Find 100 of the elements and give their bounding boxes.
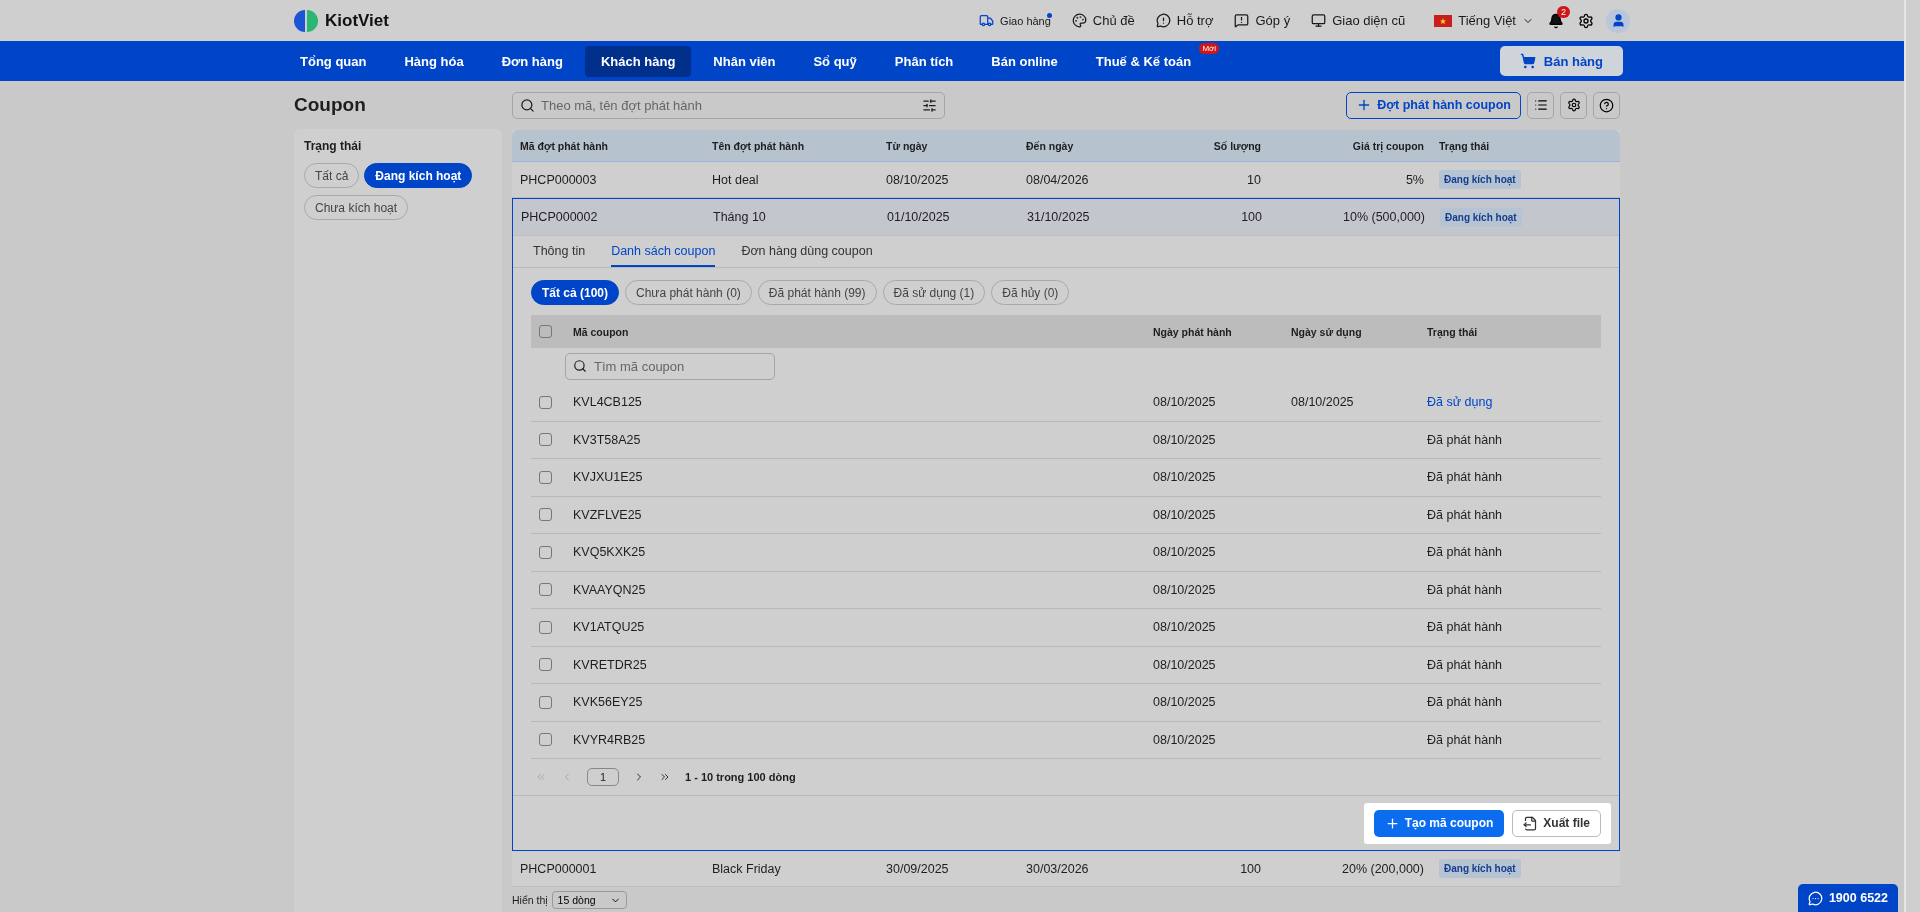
table-cell-text: KVK56EY25	[573, 695, 644, 710]
pagination-info: 1 - 10 trong 100 dòng	[685, 771, 796, 783]
filter-heading: Trạng thái	[304, 139, 363, 153]
table-cell-text: 08/10/2025	[1291, 395, 1355, 410]
logo-icon	[293, 7, 319, 34]
row-checkbox[interactable]	[539, 658, 552, 672]
table-cell-text: 08/10/2025	[1153, 582, 1217, 597]
detail-tab[interactable]: Đơn hàng dùng coupon	[741, 244, 873, 267]
nav-item[interactable]: Sổ quỹ	[797, 45, 873, 77]
table-cell-text: PHCP000001	[520, 861, 598, 876]
help-button[interactable]	[1593, 91, 1620, 119]
row-checkbox[interactable]	[539, 470, 552, 484]
table-cell-text: 08/10/2025	[1153, 507, 1217, 522]
list-view-button[interactable]	[1527, 91, 1554, 119]
table-cell-text: KV1ATQU25	[573, 620, 646, 635]
coupon-status: Đã phát hành	[1427, 732, 1504, 747]
coupon-status[interactable]: Đã sử dụng	[1427, 395, 1593, 410]
select-all-checkbox[interactable]	[539, 325, 552, 338]
column-header: Số lượng	[1212, 139, 1262, 152]
monitor-icon	[1311, 13, 1327, 28]
top-link[interactable]: Giao hàng	[979, 13, 1051, 28]
row-checkbox[interactable]	[539, 433, 552, 447]
coupon-status: Đã phát hành	[1427, 432, 1504, 447]
page-field[interactable]: 1	[587, 768, 619, 786]
last-page-button[interactable]	[659, 771, 671, 783]
settings-icon	[1566, 98, 1581, 112]
row-checkbox[interactable]	[539, 583, 552, 597]
palette-icon	[1071, 13, 1087, 28]
row-checkbox[interactable]	[539, 695, 552, 709]
column-header: Mã đợt phát hành	[520, 139, 609, 152]
column-header: Từ ngày	[886, 139, 929, 152]
sell-button[interactable]: Bán hàng	[1499, 46, 1623, 76]
table-cell-text: 01/10/2025	[887, 210, 951, 224]
nav-item[interactable]: Hàng hóa	[388, 45, 480, 77]
last-page-icon	[659, 771, 671, 783]
table-cell-text: 08/10/2025	[886, 172, 950, 187]
notification-count: 2	[1557, 5, 1570, 18]
row-checkbox[interactable]	[539, 508, 552, 522]
language-selector[interactable]: Tiếng Việt	[1434, 13, 1534, 28]
detail-tab[interactable]: Thông tin	[533, 244, 586, 267]
row-checkbox[interactable]	[539, 620, 552, 634]
table-cell-text: PHCP000002	[521, 210, 599, 224]
column-header: Trạng thái	[1439, 139, 1491, 152]
table-cell-text: 100	[1240, 210, 1263, 224]
create-coupon-button[interactable]: Tạo mã coupon	[1373, 809, 1505, 837]
column-header: Mã coupon	[573, 325, 630, 338]
flag-icon	[1434, 14, 1453, 27]
top-link[interactable]: Góp ý	[1234, 13, 1291, 28]
column-header: Ngày sử dụng	[1291, 325, 1363, 338]
status-filter[interactable]: Đang kích hoạt	[364, 163, 473, 188]
search-field[interactable]: Theo mã, tên đợt phát hành	[512, 91, 945, 119]
nav-item[interactable]: Đơn hàng	[485, 45, 579, 77]
row-checkbox[interactable]	[539, 733, 552, 747]
chat-alert-icon	[1155, 13, 1171, 28]
column-header: Trạng thái	[1427, 325, 1479, 338]
help-icon	[1599, 97, 1614, 113]
filter-chip[interactable]: Tất cả (100)	[531, 280, 620, 305]
table-cell-text: KVJXU1E25	[573, 470, 644, 485]
top-link[interactable]: Chủ đề	[1071, 13, 1135, 28]
top-link[interactable]: Giao diện cũ	[1311, 13, 1406, 28]
nav-item[interactable]: Khách hàng	[584, 45, 692, 77]
table-cell-text: 31/10/2025	[1027, 210, 1091, 224]
table-cell-text: KVAAYQN25	[573, 582, 647, 597]
row-checkbox[interactable]	[539, 545, 552, 559]
table-cell-text: Hot deal	[712, 172, 760, 187]
campaign-row[interactable]: PHCP000002 Tháng 10 01/10/2025 31/10/2025 100 10% (500,000) Đang kích hoạt	[513, 199, 1619, 236]
table-cell-text: 100	[1239, 861, 1262, 876]
table-cell-text: 20% (200,000)	[1341, 861, 1425, 876]
table-cell-text: 08/10/2025	[1153, 432, 1217, 447]
nav-item[interactable]: Phân tích	[878, 45, 970, 77]
scroll-bar[interactable]	[1904, 0, 1920, 912]
table-cell-text: 08/10/2025	[1153, 620, 1217, 635]
first-page-button[interactable]	[535, 771, 547, 783]
detail-tab[interactable]: Danh sách coupon	[611, 244, 716, 267]
nav-item[interactable]: Bán online	[975, 45, 1074, 77]
top-link[interactable]: Hỗ trợ	[1155, 13, 1214, 28]
table-cell-text: 08/10/2025	[1153, 732, 1217, 747]
row-checkbox[interactable]	[539, 395, 552, 409]
hotline-button[interactable]: 1900 6522	[1797, 884, 1898, 912]
table-cell-text: KVQ5KXK25	[573, 545, 647, 560]
filter-icon[interactable]	[922, 97, 937, 113]
coupon-status: Đã phát hành	[1427, 470, 1504, 485]
truck-icon	[979, 13, 995, 28]
avatar[interactable]	[1606, 8, 1630, 33]
page-size-select[interactable]: 15 dòng	[551, 891, 627, 909]
nav-item[interactable]: Tổng quan	[284, 45, 383, 77]
plus-icon	[1384, 815, 1400, 831]
settings-button[interactable]	[1578, 12, 1594, 29]
nav-item[interactable]: Nhân viên	[697, 45, 792, 77]
settings-icon	[1578, 12, 1594, 29]
logo-text: KiotViet	[325, 10, 389, 31]
table-cell-text: 5%	[1404, 172, 1425, 187]
export-button[interactable]: Xuất file	[1512, 809, 1601, 837]
coupon-search-field[interactable]: Tìm mã coupon	[565, 352, 775, 380]
table-cell-text: 08/10/2025	[1153, 395, 1217, 410]
new-campaign-button[interactable]: Đợt phát hành coupon	[1346, 91, 1521, 119]
settings-button[interactable]	[1560, 91, 1587, 119]
table-cell-text: KVRETDR25	[573, 657, 648, 672]
table-cell-text: 30/09/2025	[886, 861, 950, 876]
table-cell-text: 10	[1246, 172, 1262, 187]
